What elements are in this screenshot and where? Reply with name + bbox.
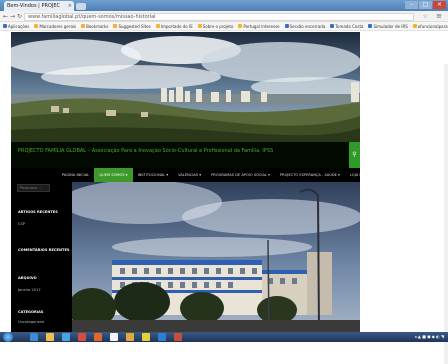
- nav-item[interactable]: PÁGINA INICIAL: [57, 168, 94, 182]
- ie-icon[interactable]: [30, 333, 38, 341]
- widget-title-recent-comments: COMENTÁRIOS RECENTES: [18, 248, 70, 252]
- folder-icon: [412, 24, 417, 28]
- bookmark-label: Marcadores gerais: [39, 23, 77, 29]
- back-icon[interactable]: ←: [3, 13, 8, 20]
- main-content-image: [72, 182, 360, 332]
- browser-menu-icon[interactable]: ≡: [436, 12, 442, 20]
- app-icon[interactable]: [158, 333, 166, 341]
- page-icon: [330, 24, 335, 28]
- star-icon: [81, 24, 86, 28]
- folder-icon: [197, 24, 202, 28]
- bookmark-item[interactable]: Simulador de IRS: [368, 23, 408, 29]
- nav-item[interactable]: LOJA SOLIDÁRIA: [345, 168, 360, 182]
- app-icon[interactable]: [174, 333, 182, 341]
- bookmark-label: Aplicações: [8, 23, 30, 29]
- bookmark-item[interactable]: Aplicações: [3, 24, 29, 29]
- bookmark-item[interactable]: Portugal Interesse: [238, 23, 280, 29]
- window-controls: – □ ×: [405, 1, 446, 9]
- bookmark-label: Sessão encerrada: [289, 23, 326, 29]
- search-icon[interactable]: ⚲: [349, 142, 360, 168]
- bookmark-item[interactable]: Tomada Costa: [330, 24, 363, 29]
- start-button[interactable]: [3, 332, 13, 342]
- nav-item[interactable]: PROJECTO ESPERANÇA - SAÚDE ▾: [275, 168, 345, 182]
- bookmark-item[interactable]: Suggested Sites: [113, 23, 151, 29]
- bookmark-label: Suggested Sites: [118, 23, 151, 29]
- nav-item[interactable]: VALÊNCIAS ▾: [173, 168, 206, 182]
- widget-title-recent-posts: ARTIGOS RECENTES: [18, 210, 58, 214]
- app-icon[interactable]: [110, 333, 118, 341]
- site-title-link[interactable]: PROJECTO FAMÍLIA GLOBAL – Associação Par…: [18, 148, 273, 154]
- bookmark-label: Simulador de IRS: [373, 23, 408, 29]
- tab-title: Bem-Vindos | PROJEC: [7, 3, 61, 9]
- browser-titlebar: Bem-Vindos | PROJEC × – □ ×: [0, 0, 448, 11]
- maximize-icon[interactable]: □: [419, 1, 432, 9]
- tab-close-icon[interactable]: ×: [68, 3, 72, 9]
- sidebar: Pesquisar … ARTIGOS RECENTES CSP COMENTÁ…: [11, 182, 72, 332]
- widget-title-archive: ARQUIVO: [18, 276, 37, 280]
- bookmark-item[interactable]: Sobre o projeto: [197, 23, 234, 29]
- folder-icon: [34, 24, 39, 28]
- bookmark-item[interactable]: Importado do IE: [155, 23, 193, 29]
- bookmark-item[interactable]: ofuncionalparapsicologia: [412, 23, 448, 29]
- new-tab-button[interactable]: [76, 3, 86, 10]
- folder-icon: [155, 24, 160, 28]
- app-icon[interactable]: [78, 333, 86, 341]
- bookmark-label: Tomada Costa: [335, 23, 364, 29]
- bookmark-label: Importado do IE: [160, 23, 193, 29]
- folder-icon: [238, 24, 243, 28]
- apps-icon: [3, 24, 7, 28]
- bookmark-item[interactable]: Bookmarks: [81, 24, 108, 29]
- bookmarks-bar: Aplicações Marcadores gerais Bookmarks Sugg…: [0, 22, 448, 31]
- header-image: [11, 32, 360, 142]
- page-viewport: PROJECTO FAMÍLIA GLOBAL – Associação Par…: [0, 32, 448, 364]
- reload-icon[interactable]: ↻: [17, 13, 22, 20]
- minimize-icon[interactable]: –: [405, 1, 418, 9]
- nav-item[interactable]: PROGRAMAS DE APOIO SOCIAL ▾: [206, 168, 275, 182]
- page-icon: [284, 24, 289, 28]
- system-tray[interactable]: ◂ ▲ ■ ◼ ◆ ◐ ◥: [415, 334, 444, 339]
- url-input[interactable]: www.familiaglobal.pt/quem-somos/missao-h…: [24, 13, 414, 21]
- search-input[interactable]: Pesquisar …: [17, 184, 50, 192]
- bookmark-label: Bookmarks: [86, 23, 109, 29]
- widget-title-categories: CATEGORIAS: [18, 310, 44, 314]
- app-icon[interactable]: [62, 333, 70, 341]
- browser-tab[interactable]: Bem-Vindos | PROJEC ×: [4, 1, 74, 11]
- nav-item[interactable]: INSTITUCIONAL ▾: [133, 168, 174, 182]
- recent-post-link[interactable]: CSP: [18, 222, 25, 226]
- page-scrollbar[interactable]: [444, 64, 448, 364]
- website: PROJECTO FAMÍLIA GLOBAL – Associação Par…: [11, 32, 360, 332]
- close-window-icon[interactable]: ×: [433, 1, 446, 9]
- forward-icon[interactable]: →: [10, 13, 15, 20]
- bookmark-star-icon[interactable]: ☆: [423, 13, 428, 20]
- bookmark-label: ofuncionalparapsicologia: [417, 23, 448, 29]
- category-link[interactable]: Uncategorized: [18, 320, 44, 324]
- bookmark-label: Sobre o projeto: [202, 23, 234, 29]
- folder-icon[interactable]: [46, 333, 54, 341]
- bookmark-label: Portugal Interesse: [243, 23, 280, 29]
- site-header-bar: PROJECTO FAMÍLIA GLOBAL – Associação Par…: [11, 142, 360, 168]
- bookmark-item[interactable]: Marcadores gerais: [34, 24, 76, 29]
- page-icon: [368, 24, 373, 28]
- bookmark-item[interactable]: Sessão encerrada: [284, 23, 326, 29]
- windows-taskbar: ◂ ▲ ■ ◼ ◆ ◐ ◥: [0, 332, 448, 342]
- nav-item[interactable]: QUEM SOMOS ▾: [94, 168, 133, 182]
- address-bar-row: ← → ↻ www.familiaglobal.pt/quem-somos/mi…: [0, 11, 448, 22]
- main-navigation: PÁGINA INICIAL QUEM SOMOS ▾ INSTITUCIONAL …: [11, 168, 360, 182]
- app-icon[interactable]: [126, 333, 134, 341]
- chrome-icon[interactable]: [142, 333, 150, 341]
- app-icon[interactable]: [94, 333, 102, 341]
- folder-icon: [113, 24, 118, 28]
- archive-link[interactable]: Janeiro 2017: [18, 288, 41, 292]
